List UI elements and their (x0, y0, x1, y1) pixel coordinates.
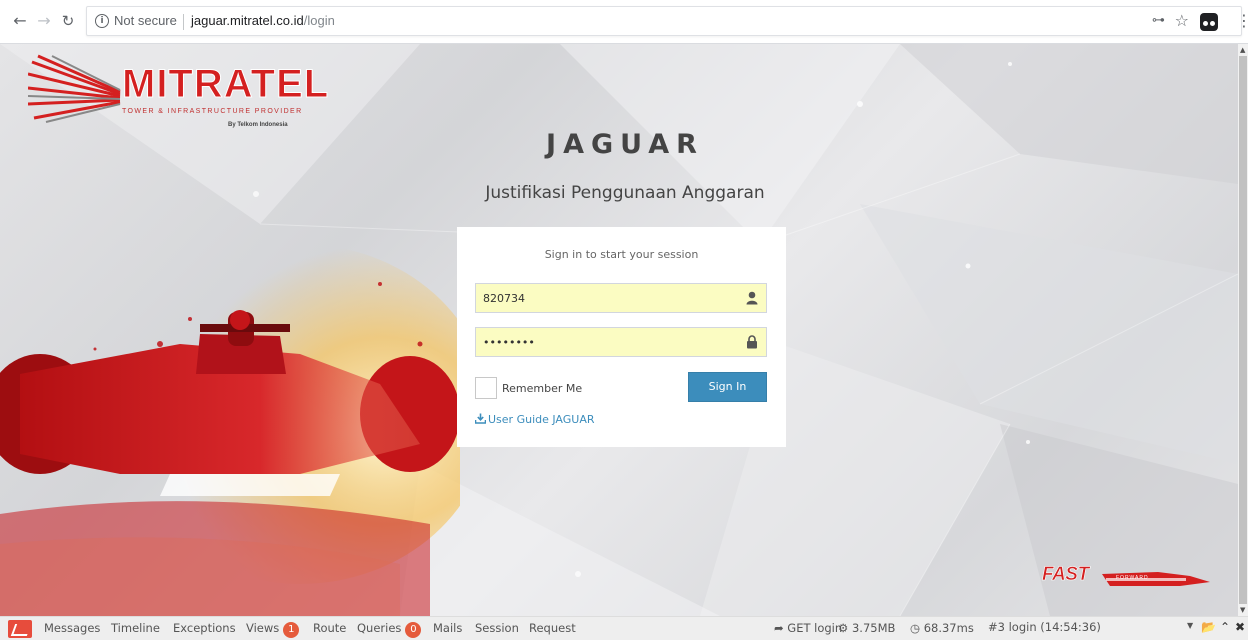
url-text[interactable]: jaguar.mitratel.co.id/login (191, 13, 335, 28)
debugbar-tab-request[interactable]: Request (529, 621, 576, 635)
scroll-down-icon[interactable]: ▼ (1240, 606, 1245, 614)
scroll-up-icon[interactable]: ▲ (1240, 46, 1245, 54)
login-box: Sign in to start your session Remember M… (457, 227, 786, 447)
bookmark-star-icon[interactable]: ☆ (1175, 11, 1189, 30)
debugbar-tab-views-label: Views (246, 621, 280, 635)
address-divider (183, 14, 184, 30)
debugbar: Messages Timeline Exceptions Views 1 Rout… (0, 616, 1248, 640)
remember-me-label[interactable]: Remember Me (502, 382, 582, 395)
page-title: JAGUAR (546, 129, 704, 160)
username-field[interactable] (475, 283, 767, 313)
debugbar-tab-timeline[interactable]: Timeline (111, 621, 160, 635)
debugbar-tab-queries[interactable]: Queries 0 (357, 621, 422, 638)
logo-tagline: TOWER & INFRASTRUCTURE PROVIDER (122, 108, 303, 115)
page-scrollbar[interactable]: ▲ ▼ (1238, 44, 1248, 616)
url-path: /login (303, 13, 335, 28)
debugbar-tab-mails[interactable]: Mails (433, 621, 462, 635)
debugbar-request-label: GET login (787, 621, 843, 635)
logo-by-line: By Telkom Indonesia (228, 122, 288, 128)
fast-forward-text: FAST (1042, 564, 1090, 586)
info-icon[interactable]: i (95, 14, 109, 28)
folder-open-icon[interactable]: 📂 (1201, 620, 1216, 634)
username-input[interactable] (476, 284, 736, 312)
share-arrow-icon: ➦ (774, 621, 784, 635)
fast-forward-logo: FAST FORWARD (1040, 562, 1212, 592)
menu-dots-icon[interactable]: ⋮ (1236, 11, 1248, 31)
remember-me-checkbox[interactable] (475, 377, 497, 399)
login-box-message: Sign in to start your session (544, 248, 699, 261)
user-guide-label: User Guide JAGUAR (488, 413, 595, 426)
debugbar-request: ➦ GET login (774, 621, 842, 635)
lock-icon (747, 335, 757, 349)
url-host: jaguar.mitratel.co.id (191, 13, 304, 28)
login-page: MITRATEL TOWER & INFRASTRUCTURE PROVIDER… (0, 44, 1238, 616)
debugbar-tab-exceptions[interactable]: Exceptions (173, 621, 236, 635)
scroll-thumb[interactable] (1239, 56, 1247, 604)
close-icon[interactable]: ✖ (1235, 620, 1245, 634)
browser-toolbar: ← → ↻ i Not secure jaguar.mitratel.co.id… (0, 0, 1248, 44)
mitratel-logo: MITRATEL TOWER & INFRASTRUCTURE PROVIDER… (28, 54, 330, 154)
page-subtitle: Justifikasi Penggunaan Anggaran (485, 183, 765, 203)
views-count-badge: 1 (283, 622, 300, 638)
fast-forward-subtext: FORWARD (1116, 575, 1149, 581)
debugbar-memory-value: 3.75MB (851, 621, 896, 635)
user-guide-link[interactable]: User Guide JAGUAR (475, 413, 595, 426)
address-bar[interactable]: i Not secure jaguar.mitratel.co.id/login… (86, 6, 1242, 36)
dataset-dropdown-arrow-icon[interactable]: ▼ (1187, 621, 1193, 630)
debugbar-dataset-select[interactable]: #3 login (14:54:36) (988, 620, 1130, 637)
debugbar-time-value: 68.37ms (923, 621, 974, 635)
debugbar-logo-icon[interactable] (8, 620, 32, 638)
logo-text: MITRATEL (121, 62, 330, 107)
password-input[interactable] (476, 328, 736, 356)
download-icon (475, 413, 486, 424)
debugbar-tab-views[interactable]: Views 1 (246, 621, 300, 638)
queries-count-badge: 0 (405, 622, 422, 638)
key-icon[interactable]: ⊶ (1152, 13, 1165, 28)
forward-button[interactable]: → (34, 11, 54, 31)
logo-swoosh-icon (28, 54, 121, 123)
security-label[interactable]: Not secure (114, 13, 177, 28)
debugbar-tab-session[interactable]: Session (475, 621, 519, 635)
chevron-up-icon[interactable]: ⌃ (1220, 620, 1230, 634)
reload-button[interactable]: ↻ (58, 11, 78, 31)
debugbar-memory: ⚙ 3.75MB (838, 621, 895, 635)
cogs-icon: ⚙ (838, 621, 849, 635)
clock-icon: ◷ (910, 621, 921, 635)
extension-icon[interactable] (1200, 13, 1218, 31)
debugbar-tab-queries-label: Queries (357, 621, 402, 635)
debugbar-tab-route[interactable]: Route (313, 621, 346, 635)
race-car-illustration (0, 244, 460, 616)
sign-in-button[interactable]: Sign In (688, 372, 767, 402)
password-field[interactable] (475, 327, 767, 357)
user-icon (746, 291, 758, 305)
debugbar-time: ◷ 68.37ms (910, 621, 974, 635)
back-button[interactable]: ← (10, 11, 30, 31)
debugbar-tab-messages[interactable]: Messages (44, 621, 100, 635)
